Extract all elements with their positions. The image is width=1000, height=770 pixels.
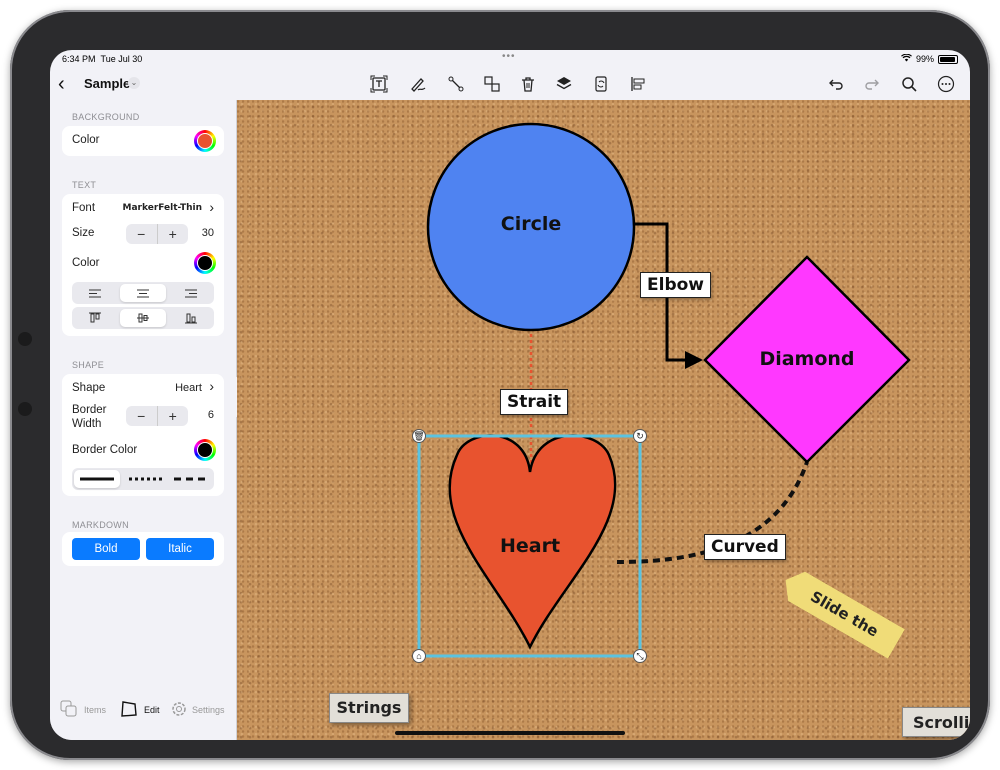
strait-label[interactable]: Strait (500, 389, 569, 415)
group-icon[interactable] (482, 74, 502, 94)
curved-label[interactable]: Curved (704, 534, 786, 560)
home-indicator (395, 731, 625, 735)
text-align-segmented-control[interactable] (72, 282, 214, 304)
sidebar-tab-bar: Items Edit Settings (50, 696, 236, 726)
lock-handle-icon[interactable]: ⌂ (412, 649, 426, 663)
dotted-line-icon[interactable] (122, 468, 168, 490)
border-width-value: 6 (207, 409, 214, 421)
status-time: 6:34 PM (62, 54, 96, 64)
nav-bar: ‹ Sample ⌄ (50, 70, 970, 100)
battery-icon (938, 54, 958, 64)
more-icon[interactable] (936, 74, 956, 94)
size-increment-button[interactable]: + (158, 224, 189, 244)
delete-handle-trash-icon[interactable]: 🗑 (412, 429, 426, 443)
font-value[interactable]: MarkerFelt-Thin (123, 203, 202, 213)
search-icon[interactable] (899, 74, 919, 94)
trash-icon[interactable] (518, 74, 538, 94)
document-title[interactable]: Sample (84, 76, 130, 91)
pen-icon[interactable] (408, 74, 428, 94)
status-bar: 6:34 PM Tue Jul 30 ••• 99% (50, 50, 970, 70)
background-color-well[interactable] (194, 130, 216, 152)
heart-label: Heart (499, 535, 561, 557)
text-color-well[interactable] (194, 252, 216, 274)
status-date: Tue Jul 30 (100, 54, 143, 64)
strings-note[interactable]: Strings (329, 693, 409, 723)
background-section-header: BACKGROUND (72, 112, 140, 122)
align-icon[interactable] (628, 74, 648, 94)
align-center-icon[interactable] (120, 284, 166, 302)
battery-percent: 99% (915, 54, 934, 64)
shape-value[interactable]: Heart (175, 382, 202, 394)
background-color-label: Color (72, 134, 100, 146)
edit-icon[interactable] (120, 700, 138, 720)
layers-icon[interactable] (554, 74, 574, 94)
diamond-label: Diamond (759, 348, 855, 370)
align-top-icon[interactable] (72, 307, 118, 329)
multitasking-dots-icon[interactable]: ••• (502, 51, 516, 62)
connector-icon[interactable] (446, 74, 466, 94)
border-width-label: Border Width (72, 404, 107, 430)
circle-label: Circle (500, 213, 562, 235)
items-tab-label[interactable]: Items (84, 705, 106, 715)
border-width-stepper[interactable]: − + (126, 406, 188, 426)
bold-button[interactable]: Bold (72, 538, 140, 560)
screen: 6:34 PM Tue Jul 30 ••• 99% ‹ Sample ⌄ BA… (50, 50, 970, 740)
settings-tab-label[interactable]: Settings (192, 705, 225, 715)
vertical-align-segmented-control[interactable] (72, 307, 214, 329)
back-chevron-icon[interactable]: ‹ (58, 74, 65, 94)
inspector-sidebar: BACKGROUND Color TEXT Font MarkerFelt-Th… (50, 100, 237, 740)
italic-button[interactable]: Italic (146, 538, 214, 560)
text-section-header: TEXT (72, 180, 97, 190)
connector-layer (417, 122, 911, 658)
size-label: Size (72, 227, 95, 239)
text-color-label: Color (72, 257, 100, 269)
text-box-icon[interactable] (369, 74, 389, 94)
border-style-segmented-control[interactable] (72, 468, 214, 490)
align-bottom-icon[interactable] (168, 307, 214, 329)
camera-dot (18, 332, 32, 346)
background-card: Color (62, 126, 224, 156)
resize-handle-icon[interactable]: ⤡ (633, 649, 647, 663)
elbow-arrowhead (685, 351, 703, 369)
solid-line-icon[interactable] (74, 470, 120, 488)
elbow-label[interactable]: Elbow (640, 272, 711, 298)
redo-icon[interactable] (862, 74, 882, 94)
border-color-well[interactable] (194, 439, 216, 461)
border-width-increment-button[interactable]: + (158, 406, 189, 426)
undo-icon[interactable] (826, 74, 846, 94)
ipad-frame: 6:34 PM Tue Jul 30 ••• 99% ‹ Sample ⌄ BA… (10, 10, 990, 760)
sensor-dot (18, 402, 32, 416)
shape-section-header: SHAPE (72, 360, 105, 370)
wifi-icon (901, 53, 912, 64)
edit-tab-label[interactable]: Edit (144, 705, 160, 715)
rotate-page-icon[interactable] (591, 74, 611, 94)
shape-label: Shape (72, 382, 106, 394)
shape-chevron-icon[interactable]: › (209, 378, 214, 394)
items-icon[interactable] (60, 700, 78, 720)
title-menu-chevron-icon[interactable]: ⌄ (128, 77, 140, 89)
dashed-line-icon[interactable] (168, 468, 214, 490)
scrolling-note[interactable]: Scrolli (902, 707, 970, 737)
font-label: Font (72, 202, 96, 214)
text-card: Font MarkerFelt-Thin › Size − + 30 Color (62, 194, 224, 336)
size-value: 30 (201, 227, 214, 239)
align-middle-icon[interactable] (120, 309, 166, 327)
corkboard-canvas[interactable]: Circle Diamond Heart Elbow Strait Curved… (237, 100, 970, 740)
size-decrement-button[interactable]: − (126, 224, 158, 244)
font-chevron-icon[interactable]: › (209, 199, 214, 215)
shape-card: Shape Heart › Border Width − + 6 Border … (62, 374, 224, 496)
settings-gear-icon[interactable] (170, 700, 188, 720)
border-color-label: Border Color (72, 444, 138, 456)
align-left-icon[interactable] (72, 282, 118, 304)
size-stepper[interactable]: − + (126, 224, 188, 244)
align-right-icon[interactable] (168, 282, 214, 304)
markdown-section-header: MARKDOWN (72, 520, 129, 530)
rotate-handle-icon[interactable]: ↻ (633, 429, 647, 443)
border-width-decrement-button[interactable]: − (126, 406, 158, 426)
